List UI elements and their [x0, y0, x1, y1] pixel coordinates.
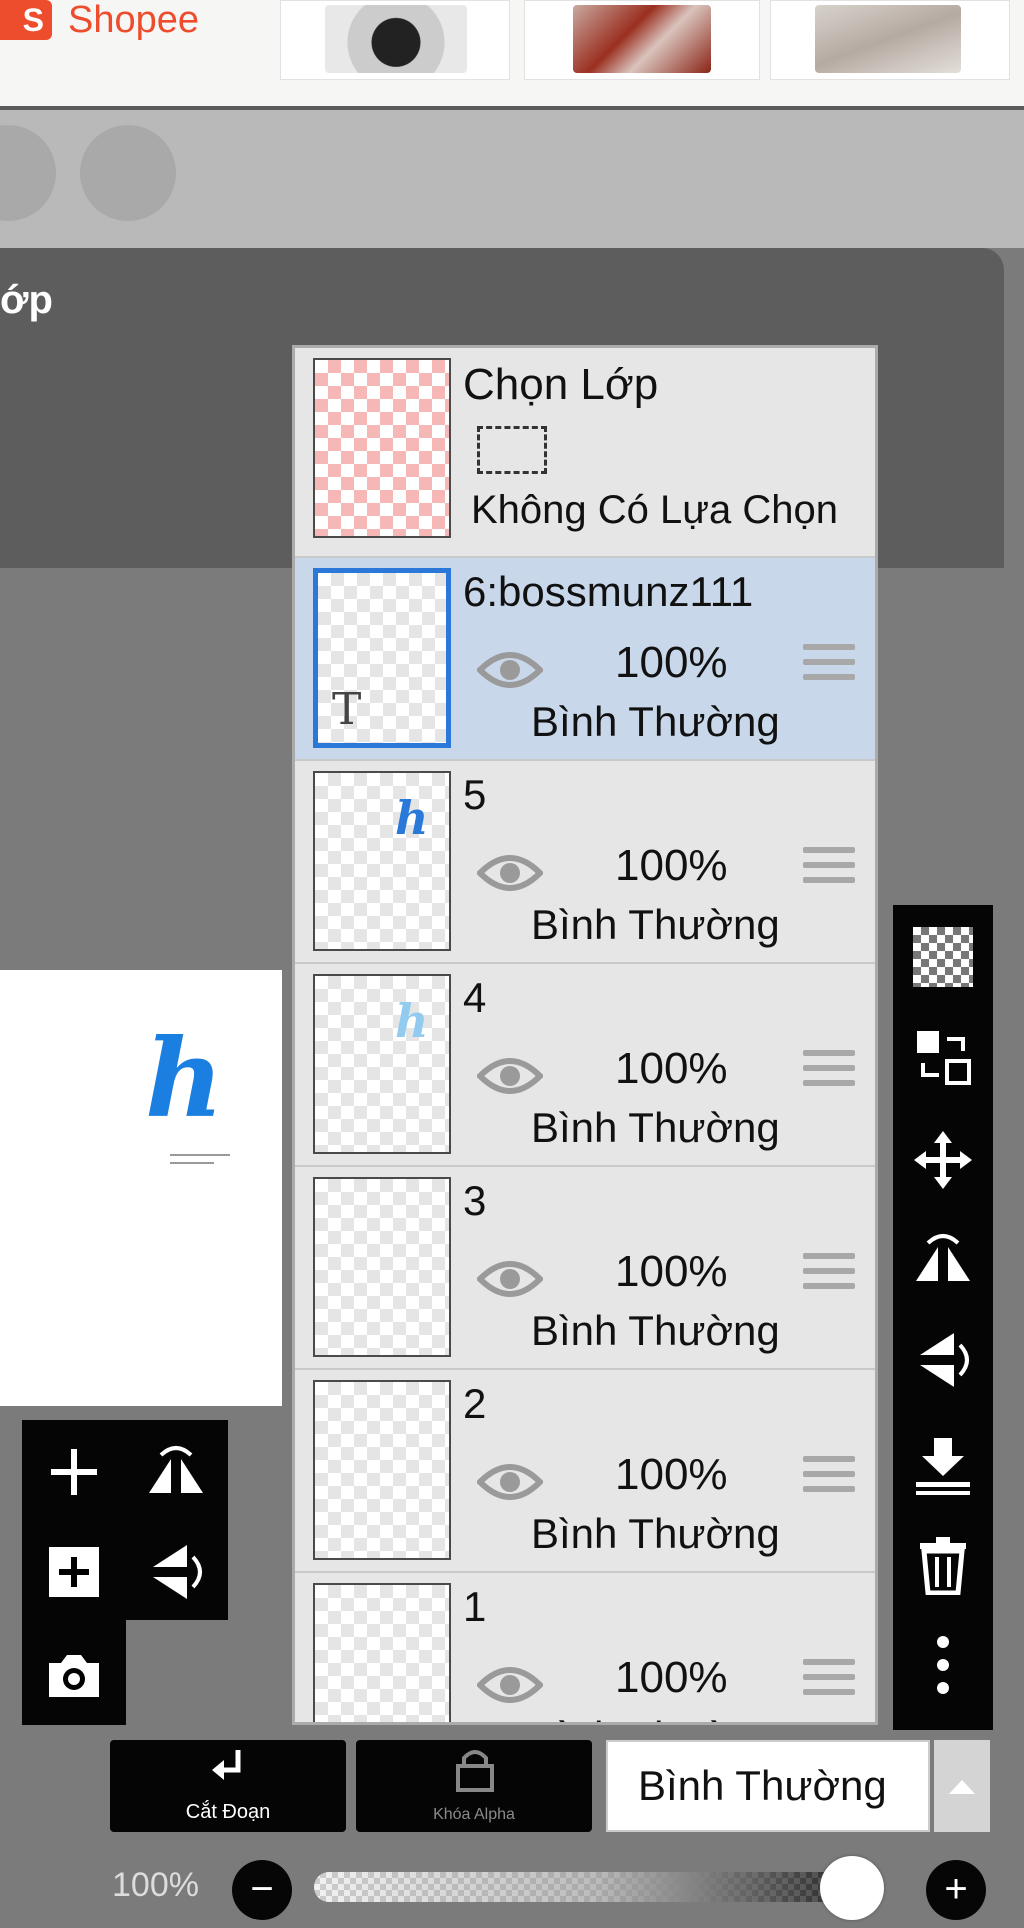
- ad-product-card[interactable]: [524, 0, 760, 80]
- ad-product-card[interactable]: [770, 0, 1010, 80]
- shopee-bag-icon: S: [0, 0, 52, 40]
- alpha-lock-label: Khóa Alpha: [433, 1806, 515, 1823]
- layer-tools-toolbar: [893, 905, 993, 1730]
- layer-row[interactable]: 2 100% Bình Thường: [295, 1370, 875, 1573]
- shopee-ad-banner[interactable]: S Shopee: [0, 0, 1024, 110]
- selection-layer-thumbnail: [313, 358, 451, 538]
- opacity-value: 100%: [112, 1866, 199, 1904]
- layer-opacity: 100%: [615, 841, 728, 890]
- layer-row[interactable]: h 4 100% Bình Thường: [295, 964, 875, 1167]
- drag-handle-icon[interactable]: [803, 644, 855, 694]
- layer-opacity: 100%: [615, 1450, 728, 1499]
- opacity-slider-thumb[interactable]: [820, 1856, 884, 1920]
- layer-row[interactable]: T 6:bossmunz111 100% Bình Thường: [295, 558, 875, 761]
- layer-name: 5: [463, 771, 487, 818]
- h-mark-icon: h: [395, 994, 429, 1048]
- layer-name: 3: [463, 1177, 487, 1224]
- layer-name: 4: [463, 974, 487, 1021]
- layer-opacity: 100%: [615, 1653, 728, 1702]
- add-image-layer-icon[interactable]: [34, 1532, 114, 1612]
- merge-down-icon[interactable]: [903, 1425, 983, 1505]
- transparency-icon[interactable]: [903, 917, 983, 997]
- layer-blend-mode: Bình Thường: [531, 1307, 780, 1354]
- flip-vertical-icon[interactable]: [903, 1320, 983, 1400]
- alpha-lock-button[interactable]: Khóa Alpha: [356, 1740, 592, 1832]
- drag-handle-icon[interactable]: [803, 847, 855, 897]
- selection-rectangle-icon: [477, 426, 547, 474]
- blend-mode-select[interactable]: Bình Thường: [606, 1740, 930, 1832]
- more-icon[interactable]: [903, 1625, 983, 1705]
- shopee-logo[interactable]: S Shopee: [0, 0, 200, 41]
- canvas-logo-mark: h: [145, 1016, 224, 1142]
- drawing-canvas[interactable]: [0, 970, 282, 1406]
- clip-button[interactable]: Cắt Đoạn: [110, 1740, 346, 1832]
- drag-handle-icon[interactable]: [803, 1456, 855, 1506]
- visibility-eye-icon[interactable]: [477, 646, 543, 694]
- lock-icon: [456, 1750, 494, 1792]
- flip-horizontal-icon[interactable]: [136, 1432, 216, 1512]
- blend-mode-dropdown-button[interactable]: [934, 1740, 990, 1832]
- product-image: [815, 5, 961, 73]
- layer-blend-mode: Bình Thường: [531, 698, 780, 745]
- layer-blend-mode: Bình Thường: [531, 1104, 780, 1151]
- layer-blend-mode: Bình Thường: [531, 1510, 780, 1557]
- layer-name: 2: [463, 1380, 487, 1427]
- ad-product-card[interactable]: [280, 0, 510, 80]
- selection-status: Không Có Lựa Chọn: [471, 488, 839, 532]
- layer-opacity: 100%: [615, 1044, 728, 1093]
- canvas-small-text: [170, 1148, 240, 1164]
- add-layer-icon[interactable]: [34, 1432, 114, 1512]
- move-icon[interactable]: [903, 1120, 983, 1200]
- layer-blend-mode: Bình Thường: [531, 1713, 780, 1722]
- visibility-eye-icon[interactable]: [477, 1458, 543, 1506]
- layer-name: 6:bossmunz111: [463, 568, 754, 615]
- visibility-eye-icon[interactable]: [477, 1661, 543, 1709]
- flip-horizontal-icon[interactable]: [903, 1220, 983, 1300]
- drag-handle-icon[interactable]: [803, 1659, 855, 1709]
- selection-layer-title: Chọn Lớp: [463, 360, 659, 409]
- layer-row[interactable]: 1 100% Bình Thường: [295, 1573, 875, 1722]
- layers-panel[interactable]: Chọn Lớp Không Có Lựa Chọn T 6:bossmunz1…: [292, 345, 878, 1725]
- layer-thumbnail[interactable]: h: [313, 974, 451, 1154]
- layer-opacity: 100%: [615, 638, 728, 687]
- increase-opacity-button[interactable]: +: [926, 1860, 986, 1920]
- drag-handle-icon[interactable]: [803, 1253, 855, 1303]
- layer-name: 1: [463, 1583, 487, 1630]
- layer-thumbnail[interactable]: [313, 1380, 451, 1560]
- selection-layer-row[interactable]: Chọn Lớp Không Có Lựa Chọn: [295, 348, 875, 558]
- layer-thumbnail[interactable]: [313, 1583, 451, 1722]
- product-image: [573, 5, 711, 73]
- text-layer-icon: T: [332, 684, 362, 735]
- layer-blend-mode: Bình Thường: [531, 901, 780, 948]
- visibility-eye-icon[interactable]: [477, 1255, 543, 1303]
- product-image: [325, 5, 467, 73]
- chevron-up-icon: [949, 1780, 975, 1794]
- swap-layers-icon[interactable]: [903, 1017, 983, 1097]
- trash-icon[interactable]: [903, 1525, 983, 1605]
- camera-icon[interactable]: [34, 1636, 114, 1716]
- visibility-eye-icon[interactable]: [477, 849, 543, 897]
- layer-thumbnail[interactable]: [313, 1177, 451, 1357]
- menu-round-button[interactable]: [80, 125, 176, 221]
- shopee-brand-text: Shopee: [68, 0, 200, 41]
- layer-row[interactable]: h 5 100% Bình Thường: [295, 761, 875, 964]
- decrease-opacity-button[interactable]: −: [232, 1860, 292, 1920]
- layer-opacity: 100%: [615, 1247, 728, 1296]
- flip-vertical-icon[interactable]: [136, 1532, 216, 1612]
- layer-row[interactable]: 3 100% Bình Thường: [295, 1167, 875, 1370]
- opacity-slider-checker: [314, 1872, 884, 1902]
- layer-thumbnail[interactable]: h: [313, 771, 451, 951]
- panel-title: ớp: [0, 278, 53, 322]
- drag-handle-icon[interactable]: [803, 1050, 855, 1100]
- layer-thumbnail[interactable]: T: [313, 568, 451, 748]
- h-mark-icon: h: [395, 791, 429, 845]
- visibility-eye-icon[interactable]: [477, 1052, 543, 1100]
- clip-label: Cắt Đoạn: [185, 1801, 271, 1823]
